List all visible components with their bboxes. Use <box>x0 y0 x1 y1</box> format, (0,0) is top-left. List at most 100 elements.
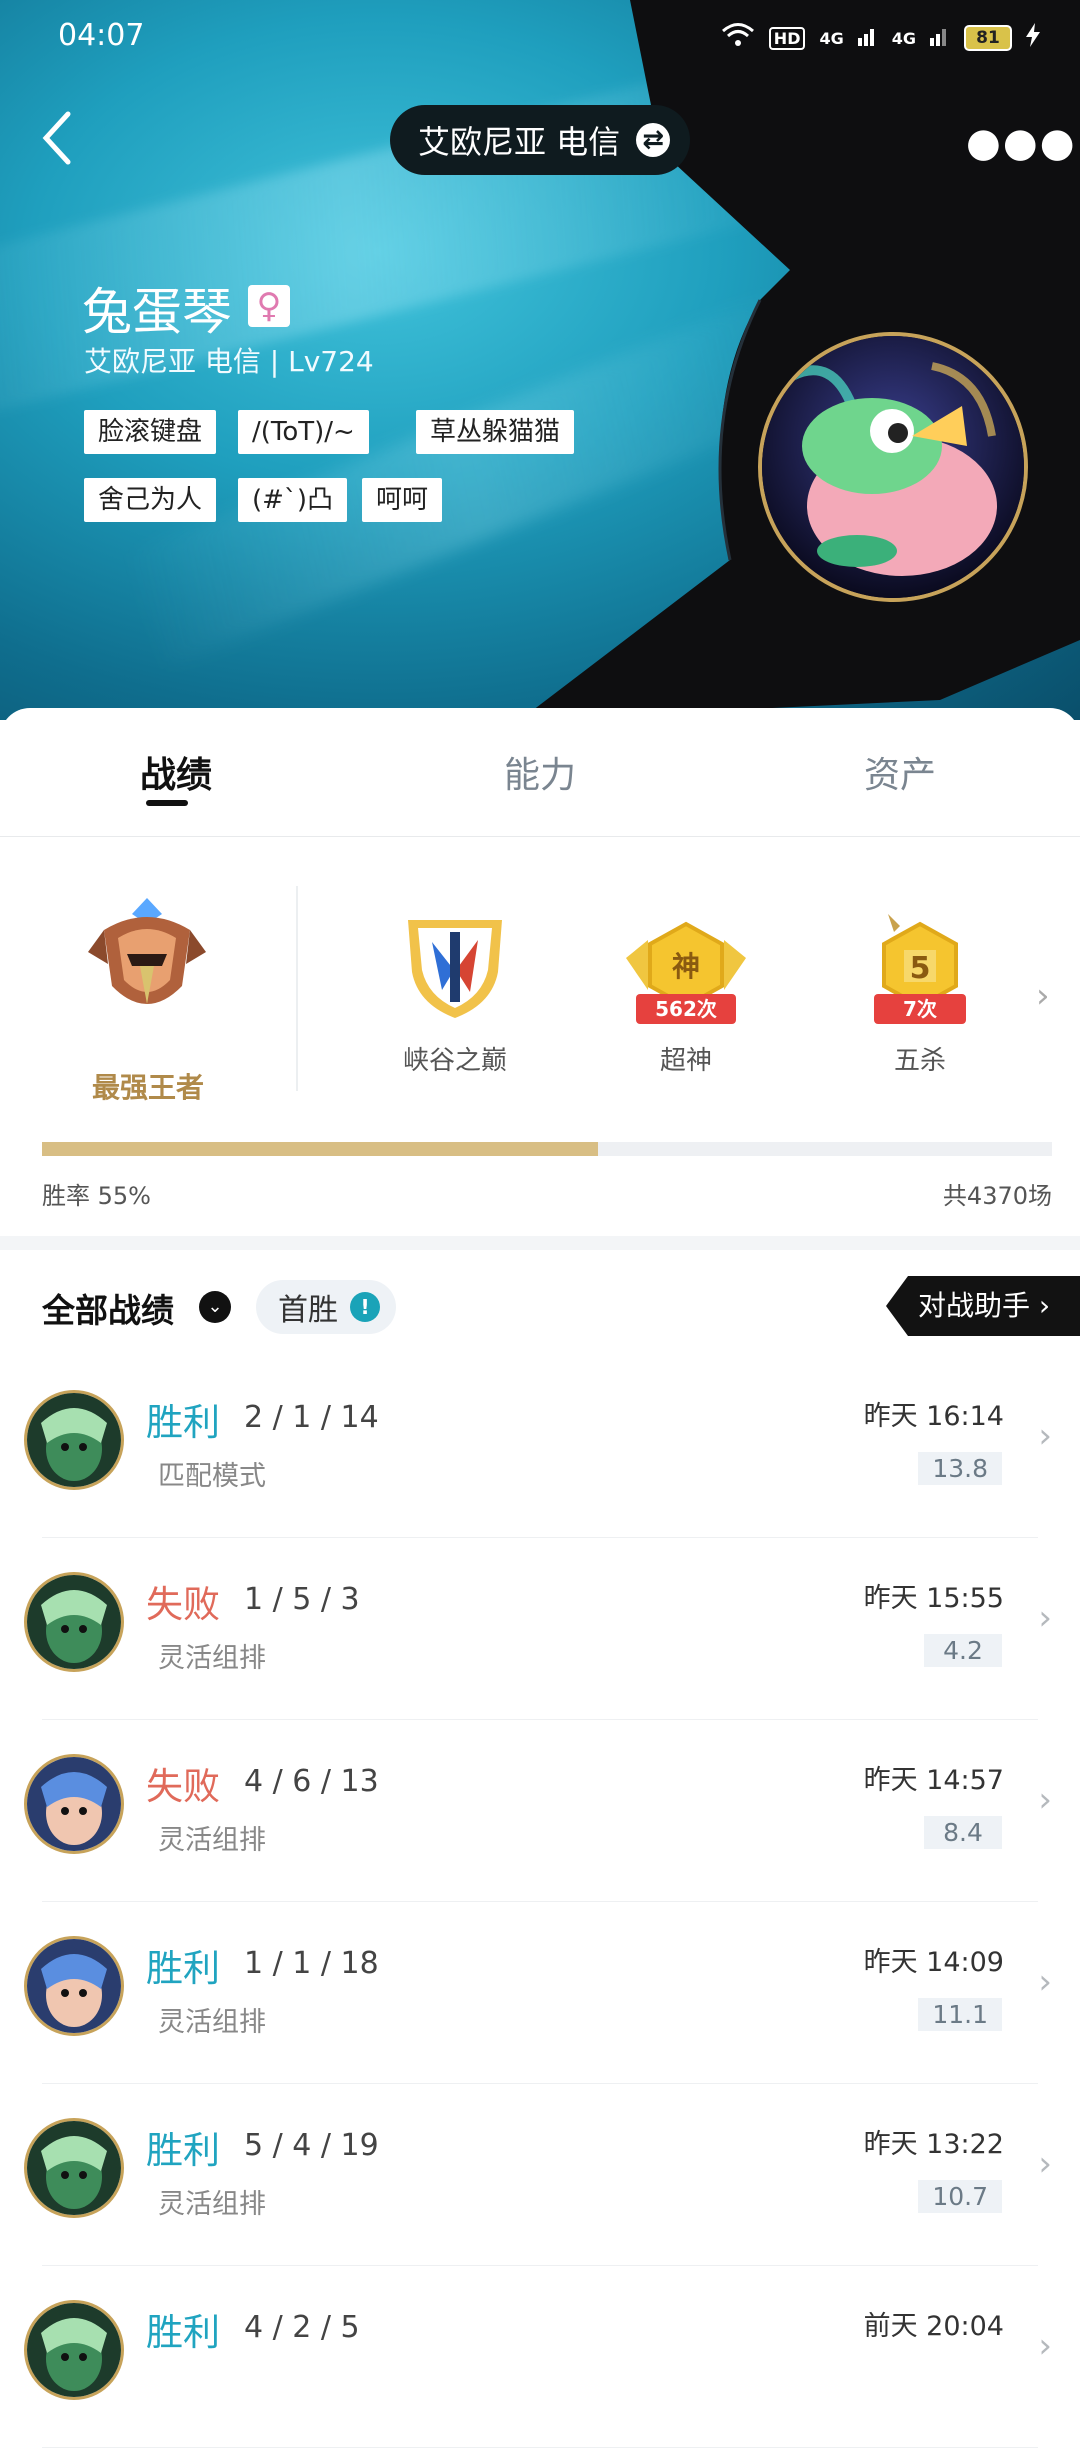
chevron-right-icon: › <box>1038 1780 1052 1820</box>
battle-assistant-label: 对战助手 <box>918 1289 1031 1322</box>
match-kda: 1 / 1 / 18 <box>244 1946 379 1981</box>
rift-summit-badge-icon[interactable] <box>402 912 508 1022</box>
active-tab-indicator <box>146 800 188 806</box>
honor-label: 超神 <box>659 1046 712 1076</box>
server-switch-button[interactable]: 艾欧尼亚 电信 ⇄ <box>390 105 691 175</box>
back-button[interactable] <box>38 108 78 168</box>
honor-glyph: 神 <box>672 950 700 983</box>
match-result: 失败 <box>146 1583 220 1626</box>
champion-avatar <box>24 1390 124 1490</box>
match-row[interactable]: 失败 1 / 5 / 3 灵活组排 昨天 15:55 4.2 › <box>0 1538 1080 1720</box>
hd-icon: HD <box>768 26 806 50</box>
pentakill-badge-icon[interactable]: 5 7次 <box>860 908 980 1030</box>
godlike-badge-icon[interactable]: 神 562次 <box>626 920 746 1030</box>
server-level: 艾欧尼亚 电信 | Lv724 <box>84 345 374 378</box>
info-icon: ! <box>350 1292 380 1322</box>
signal-bars-icon <box>857 24 878 52</box>
tab-bar: 战绩 能力 资产 <box>0 708 1080 837</box>
match-mode: 灵活组排 <box>158 1643 266 1674</box>
champion-avatar <box>24 2118 124 2218</box>
tab-assets[interactable]: 资产 <box>864 746 936 798</box>
match-row[interactable]: 胜利 4 / 2 / 5 前天 20:04 › <box>0 2266 1080 2448</box>
match-kda: 1 / 5 / 3 <box>244 1582 360 1617</box>
first-win-label: 首胜 <box>278 1293 338 1328</box>
profile-tag: 舍己为人 <box>84 478 217 522</box>
match-time: 昨天 16:14 <box>863 1401 1004 1432</box>
status-time: 04:07 <box>58 18 145 53</box>
match-score: 4.2 <box>924 1634 1002 1667</box>
win-rate-text: 胜率 55% <box>42 1182 151 1210</box>
match-score: 10.7 <box>918 2180 1002 2213</box>
battle-assistant-button[interactable]: 对战助手 › <box>886 1276 1080 1336</box>
more-options-icon[interactable]: ●●● <box>966 120 1077 166</box>
chevron-right-icon[interactable]: › <box>1036 976 1050 1016</box>
chevron-right-icon: › <box>1038 2144 1052 2184</box>
charging-icon <box>1026 23 1040 53</box>
match-score: 11.1 <box>918 1998 1002 2031</box>
chevron-right-icon: › <box>1038 2326 1052 2366</box>
tab-ability[interactable]: 能力 <box>504 746 576 798</box>
total-games-text: 共4370场 <box>942 1182 1052 1210</box>
profile-tag: /(ToT)/~ <box>238 410 369 454</box>
champion-avatar <box>24 1572 124 1672</box>
frog-avatar-image <box>762 336 1024 598</box>
signal-4g-icon: 4G <box>819 28 844 48</box>
match-result: 胜利 <box>146 2311 220 2354</box>
tab-records[interactable]: 战绩 <box>140 746 212 798</box>
profile-tag: 呵呵 <box>362 478 443 522</box>
match-mode: 匹配模式 <box>158 1461 266 1492</box>
champion-avatar <box>24 2300 124 2400</box>
profile-tag: 脸滚键盘 <box>84 410 217 454</box>
champion-avatar <box>24 1754 124 1854</box>
challenger-rank-icon[interactable] <box>82 894 212 1024</box>
chevron-right-icon: › <box>1038 1962 1052 2002</box>
username: 兔蛋琴 <box>82 283 232 341</box>
swap-icon: ⇄ <box>636 123 671 157</box>
match-result: 胜利 <box>146 1947 220 1990</box>
signal-bars-icon-2 <box>930 24 950 52</box>
all-records-filter[interactable]: 全部战绩 <box>42 1284 174 1332</box>
match-result: 胜利 <box>146 1401 220 1444</box>
chevron-left-icon <box>42 111 71 165</box>
first-win-button[interactable]: 首胜 ! <box>256 1280 396 1334</box>
chevron-right-icon: › <box>1038 1289 1051 1322</box>
match-time: 前天 20:04 <box>863 2311 1004 2342</box>
match-kda: 2 / 1 / 14 <box>244 1400 379 1435</box>
match-time: 昨天 14:57 <box>863 1765 1004 1796</box>
female-icon: ♀ <box>248 285 290 327</box>
system-icons: HD 4G 4G 81 <box>721 22 1040 54</box>
honor-count: 562次 <box>655 997 717 1021</box>
match-row[interactable]: 胜利 2 / 1 / 14 匹配模式 昨天 16:14 13.8 › <box>0 1356 1080 1538</box>
honor-label: 五杀 <box>893 1046 946 1076</box>
win-rate-bar-fill <box>42 1142 598 1156</box>
match-row[interactable]: 胜利 1 / 1 / 18 灵活组排 昨天 14:09 11.1 › <box>0 1902 1080 2084</box>
match-row[interactable]: 胜利 5 / 4 / 19 灵活组排 昨天 13:22 10.7 › <box>0 2084 1080 2266</box>
rank-name: 最强王者 <box>92 1071 205 1104</box>
chevron-down-icon[interactable]: ⌄ <box>199 1291 231 1323</box>
match-result: 胜利 <box>146 2129 220 2172</box>
match-time: 昨天 15:55 <box>863 1583 1004 1614</box>
profile-tag: 草丛躲猫猫 <box>416 410 575 454</box>
match-kda: 5 / 4 / 19 <box>244 2128 379 2163</box>
match-result: 失败 <box>146 1765 220 1808</box>
server-name: 艾欧尼亚 电信 <box>418 123 621 161</box>
match-score: 8.4 <box>924 1816 1002 1849</box>
match-time: 昨天 13:22 <box>863 2129 1004 2160</box>
honor-count: 7次 <box>903 997 937 1021</box>
wifi-icon <box>721 22 755 54</box>
section-gap <box>0 1236 1080 1250</box>
chevron-right-icon: › <box>1038 1598 1052 1638</box>
profile-avatar[interactable] <box>758 332 1028 602</box>
match-kda: 4 / 6 / 13 <box>244 1764 379 1799</box>
match-mode: 灵活组排 <box>158 1825 266 1856</box>
honor-glyph: 5 <box>910 951 931 986</box>
chevron-right-icon: › <box>1038 1416 1052 1456</box>
signal-4g-icon-2: 4G <box>891 28 916 48</box>
match-mode: 灵活组排 <box>158 2007 266 2038</box>
champion-avatar <box>24 1936 124 2036</box>
match-time: 昨天 14:09 <box>863 1947 1004 1978</box>
honor-label: 峡谷之巅 <box>402 1046 507 1076</box>
match-mode: 灵活组排 <box>158 2189 266 2220</box>
match-row[interactable]: 失败 4 / 6 / 13 灵活组排 昨天 14:57 8.4 › <box>0 1720 1080 1902</box>
match-score: 13.8 <box>918 1452 1002 1485</box>
